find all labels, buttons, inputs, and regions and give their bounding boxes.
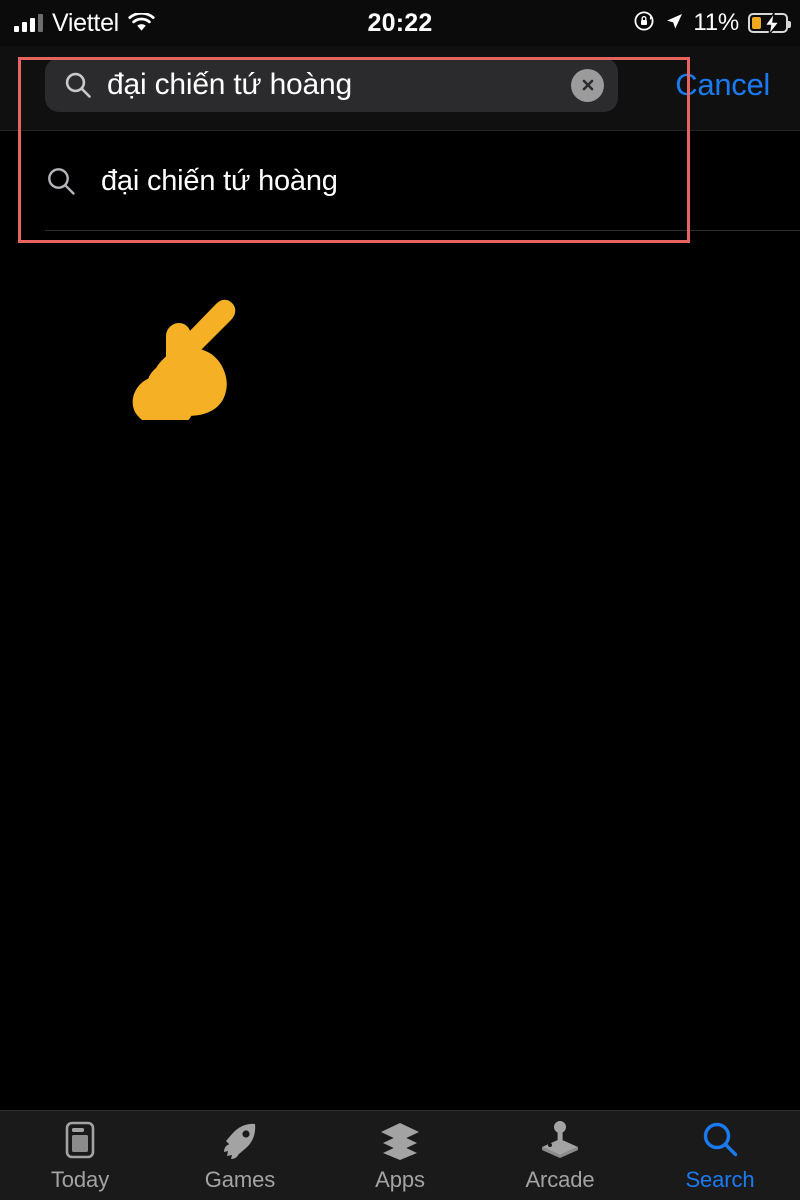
tab-games[interactable]: Games [160, 1111, 320, 1200]
tab-arcade[interactable]: Arcade [480, 1111, 640, 1200]
tab-label: Arcade [525, 1167, 595, 1192]
search-header: đại chiến tứ hoàng Cancel [0, 46, 800, 131]
layers-stack-icon [379, 1119, 421, 1161]
tab-today[interactable]: Today [0, 1111, 160, 1200]
status-bar: Viettel 20:22 11% [0, 0, 800, 46]
list-item[interactable]: đại chiến tứ hoàng [0, 131, 800, 231]
search-icon [63, 70, 93, 100]
rocket-icon [219, 1119, 261, 1161]
battery-percent-label: 11% [693, 9, 739, 36]
app-store-search-screen: Viettel 20:22 11% đại chiến tứ hoàng Can… [0, 0, 800, 1200]
tab-label: Today [50, 1167, 110, 1192]
search-icon [699, 1119, 741, 1161]
tab-label: Search [685, 1167, 755, 1192]
cancel-button[interactable]: Cancel [675, 46, 770, 124]
tab-bar: Today Games Apps Arcade Search [0, 1110, 800, 1200]
location-arrow-icon [664, 11, 684, 36]
list-divider [45, 230, 800, 231]
status-bar-right: 11% [633, 0, 791, 46]
tab-label: Games [204, 1167, 276, 1192]
pointing-hand-cursor-icon [120, 285, 255, 428]
search-query-text: đại chiến tứ hoàng [107, 68, 352, 101]
clear-circle-icon[interactable] [571, 68, 604, 102]
today-card-icon [59, 1119, 101, 1161]
search-icon [45, 165, 77, 197]
joystick-icon [539, 1119, 581, 1161]
battery-charging-icon [748, 10, 791, 36]
search-suggestion-list: đại chiến tứ hoàng [0, 131, 800, 231]
tab-search[interactable]: Search [640, 1111, 800, 1200]
rotation-lock-icon [633, 10, 655, 37]
tab-label: Apps [375, 1167, 425, 1192]
tab-apps[interactable]: Apps [320, 1111, 480, 1200]
suggestion-label: đại chiến tứ hoàng [101, 164, 338, 197]
search-input[interactable]: đại chiến tứ hoàng [45, 58, 618, 112]
